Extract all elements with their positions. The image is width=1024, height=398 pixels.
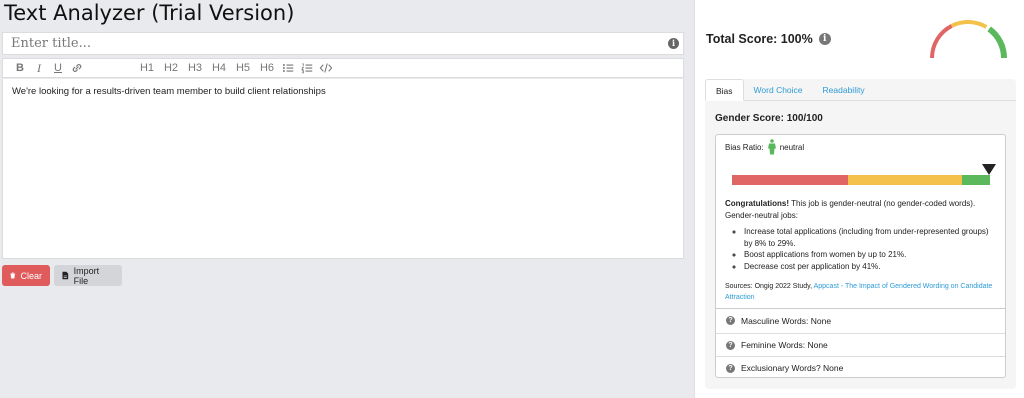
masculine-words-row[interactable]: ? Masculine Words: None (716, 309, 1005, 332)
editor-content: We're looking for a results-driven team … (12, 86, 326, 97)
help-icon: ? (726, 340, 735, 350)
bias-bar-masculine (732, 175, 848, 185)
bias-bar (732, 164, 996, 185)
clear-button-label: Clear (20, 270, 42, 281)
bias-summary: Bias Ratio: neutral Congratulations! Thi… (716, 135, 1005, 309)
info-icon[interactable]: i (818, 33, 831, 45)
code-icon (319, 63, 333, 73)
trash-icon (10, 272, 16, 279)
tab-word-choice[interactable]: Word Choice (744, 79, 813, 101)
bias-ratio: Bias Ratio: neutral (725, 139, 804, 155)
gauge-yellow-arc (950, 20, 988, 29)
clear-button[interactable]: Clear (2, 265, 50, 286)
import-file-button[interactable]: Import File (54, 265, 122, 286)
numbered-list-icon (301, 63, 313, 74)
help-icon: ? (726, 363, 735, 373)
list-item: Boost applications from women by up to 2… (744, 249, 996, 261)
congrats-message: Congratulations! This job is gender-neut… (725, 198, 995, 221)
benefits-list: Increase total applications (including f… (736, 226, 996, 273)
feminine-words-label: Feminine Words: None (741, 340, 828, 350)
underline-button[interactable]: U (49, 59, 67, 77)
congrats-heading: Congratulations! (725, 199, 789, 208)
gender-score: Gender Score: 100/100 (715, 113, 823, 124)
heading-6-button[interactable]: H6 (255, 59, 279, 77)
heading-5-button[interactable]: H5 (231, 59, 255, 77)
feminine-words-row[interactable]: ? Feminine Words: None (716, 333, 1005, 356)
tab-bias[interactable]: Bias (705, 79, 744, 101)
bias-ratio-label: Bias Ratio: (725, 142, 764, 152)
import-file-label: Import File (73, 265, 100, 286)
masculine-words-label: Masculine Words: None (741, 315, 832, 326)
list-item: Increase total applications (including f… (744, 226, 996, 249)
title-field: i (2, 32, 684, 55)
sources-prefix: Sources: Ongig 2022 Study, (725, 283, 814, 290)
info-icon[interactable]: i (668, 38, 679, 49)
gauge-green-arc (987, 26, 1007, 59)
sources: Sources: Ongig 2022 Study, Appcast - The… (725, 282, 995, 303)
analysis-pane: Total Score: 100% i Bias Word Choice Rea… (694, 0, 1024, 398)
bullet-list-button[interactable] (279, 59, 297, 77)
bias-bar-neutral (848, 175, 962, 185)
person-icon (767, 139, 776, 155)
title-input[interactable] (3, 33, 643, 54)
page-title: Text Analyzer (Trial Version) (4, 1, 295, 25)
formatting-toolbar: B I U H1 H2 H3 H4 H5 H6 (2, 58, 684, 78)
results-panel: Bias Word Choice Readability Gender Scor… (705, 79, 1016, 389)
link-icon (72, 64, 82, 72)
numbered-list-button[interactable] (298, 59, 316, 77)
bias-bar-feminine (962, 175, 990, 185)
bias-marker-icon (982, 164, 996, 175)
gauge-red-arc (930, 24, 953, 59)
heading-1-button[interactable]: H1 (135, 59, 159, 77)
tab-readability[interactable]: Readability (813, 79, 875, 101)
link-button[interactable] (68, 59, 86, 77)
list-item: Decrease cost per application by 41%. (744, 261, 996, 273)
score-gauge (930, 20, 1007, 59)
text-editor[interactable]: We're looking for a results-driven team … (2, 79, 684, 259)
heading-4-button[interactable]: H4 (207, 59, 231, 77)
results-tabs: Bias Word Choice Readability (705, 79, 1016, 101)
bold-button[interactable]: B (11, 59, 29, 77)
editor-pane: Text Analyzer (Trial Version) i B I U H1… (0, 0, 690, 398)
bias-card: Bias Ratio: neutral Congratulations! Thi… (715, 134, 1006, 378)
heading-2-button[interactable]: H2 (159, 59, 183, 77)
total-score: Total Score: 100% (706, 32, 813, 46)
exclusionary-words-row[interactable]: ? Exclusionary Words? None (716, 356, 1005, 377)
italic-button[interactable]: I (30, 59, 48, 77)
heading-3-button[interactable]: H3 (183, 59, 207, 77)
total-score-row: Total Score: 100% i (706, 32, 831, 46)
bias-ratio-value: neutral (779, 142, 805, 152)
file-icon (62, 271, 69, 280)
bullet-list-icon (282, 64, 294, 72)
help-icon: ? (726, 316, 735, 325)
exclusionary-words-label: Exclusionary Words? None (741, 363, 844, 373)
code-button[interactable] (317, 59, 335, 77)
